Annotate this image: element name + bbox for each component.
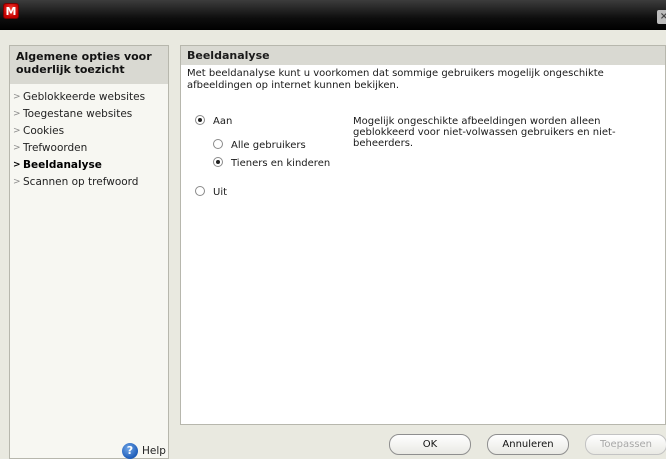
radio-unselected-icon	[195, 186, 205, 196]
help-link[interactable]: ? Help	[122, 442, 166, 459]
sidebar-item-beeldanalyse[interactable]: > Beeldanalyse	[10, 157, 168, 174]
help-icon: ?	[122, 443, 138, 459]
radio-tieners-en-kinderen[interactable]: Tieners en kinderen	[213, 157, 330, 171]
apply-button[interactable]: Toepassen	[585, 434, 666, 455]
radio-selected-icon	[195, 115, 205, 125]
chevron-right-icon: >	[13, 143, 21, 153]
chevron-right-icon: >	[13, 126, 21, 136]
radio-unselected-icon	[213, 139, 223, 149]
ok-button[interactable]: OK	[389, 434, 471, 455]
sidebar-item-geblokkeerde-websites[interactable]: > Geblokkeerde websites	[10, 89, 168, 106]
aan-info-text: Mogelijk ongeschikte afbeeldingen worden…	[353, 116, 616, 149]
sidebar-item-label: Beeldanalyse	[23, 159, 102, 171]
sidebar: Algemene opties voor ouderlijk toezicht …	[9, 45, 169, 459]
radio-tieners-label: Tieners en kinderen	[231, 158, 331, 169]
cancel-button[interactable]: Annuleren	[487, 434, 569, 455]
sidebar-nav: > Geblokkeerde websites > Toegestane websi…	[10, 89, 168, 191]
chevron-right-icon: >	[13, 109, 21, 119]
title-bar: M ×	[0, 0, 666, 30]
panel-description: Met beeldanalyse kunt u voorkomen dat so…	[187, 68, 604, 91]
radio-uit-label: Uit	[213, 187, 228, 198]
radio-alle-gebruikers[interactable]: Alle gebruikers	[213, 139, 306, 153]
radio-selected-icon	[213, 157, 223, 167]
radio-aan-label: Aan	[213, 116, 233, 127]
sidebar-item-toegestane-websites[interactable]: > Toegestane websites	[10, 106, 168, 123]
sidebar-item-cookies[interactable]: > Cookies	[10, 123, 168, 140]
main-panel: Beeldanalyse Met beeldanalyse kunt u voo…	[180, 45, 666, 425]
sidebar-item-label: Geblokkeerde websites	[23, 91, 146, 103]
sidebar-item-trefwoorden[interactable]: > Trefwoorden	[10, 140, 168, 157]
chevron-right-icon: >	[13, 177, 21, 187]
panel-title: Beeldanalyse	[181, 46, 665, 65]
chevron-right-icon: >	[13, 160, 21, 170]
sidebar-item-label: Trefwoorden	[23, 142, 88, 154]
radio-aan[interactable]: Aan	[195, 115, 232, 129]
sidebar-item-label: Toegestane websites	[23, 108, 133, 120]
help-label: Help	[142, 445, 166, 457]
radio-uit[interactable]: Uit	[195, 186, 227, 200]
radio-alle-gebruikers-label: Alle gebruikers	[231, 140, 306, 151]
sidebar-item-label: Scannen op trefwoord	[23, 176, 139, 188]
sidebar-item-label: Cookies	[23, 125, 65, 137]
sidebar-item-scannen-op-trefwoord[interactable]: > Scannen op trefwoord	[10, 174, 168, 191]
sidebar-header: Algemene opties voor ouderlijk toezicht	[10, 46, 168, 84]
app-logo-icon: M	[3, 3, 19, 19]
close-icon[interactable]: ×	[657, 10, 666, 24]
chevron-right-icon: >	[13, 92, 21, 102]
